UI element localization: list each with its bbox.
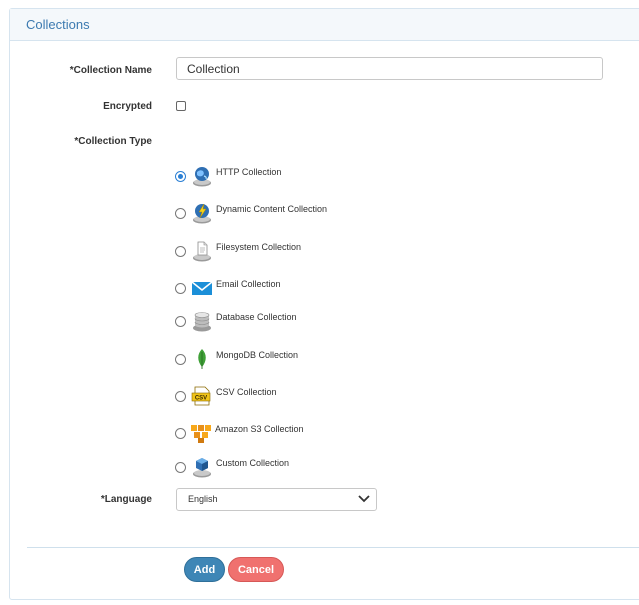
collections-panel: Collections xyxy=(9,8,639,600)
radio-label-http: HTTP Collection xyxy=(216,167,282,177)
database-icon xyxy=(193,312,211,332)
add-button[interactable]: Add xyxy=(184,557,225,582)
radio-dynamic-content[interactable] xyxy=(175,208,186,219)
csv-file-icon: CSV xyxy=(191,386,211,406)
form-divider xyxy=(27,547,639,548)
http-globe-icon xyxy=(193,167,211,187)
radio-option-amazon-s3[interactable]: Amazon S3 Collection xyxy=(175,424,475,444)
collection-name-label: *Collection Name xyxy=(69,65,152,76)
radio-option-mongodb[interactable]: MongoDB Collection xyxy=(175,349,475,370)
language-label: *Language xyxy=(100,494,152,505)
radio-http[interactable] xyxy=(175,171,186,182)
panel-heading: Collections xyxy=(10,9,639,41)
amazon-s3-icon xyxy=(191,425,211,443)
email-envelope-icon xyxy=(191,281,213,295)
svg-text:CSV: CSV xyxy=(195,396,207,402)
radio-label-csv: CSV Collection xyxy=(216,387,277,397)
radio-label-amazon-s3: Amazon S3 Collection xyxy=(215,424,304,434)
collection-name-input[interactable] xyxy=(176,57,603,80)
radio-database[interactable] xyxy=(175,316,186,327)
radio-mongodb[interactable] xyxy=(175,354,186,365)
language-select-value: English xyxy=(188,494,218,504)
filesystem-icon xyxy=(193,241,211,262)
radio-filesystem[interactable] xyxy=(175,246,186,257)
mongodb-leaf-icon xyxy=(198,349,206,369)
radio-label-filesystem: Filesystem Collection xyxy=(216,242,302,252)
collection-type-label: *Collection Type xyxy=(74,136,152,147)
radio-option-http[interactable]: HTTP Collection xyxy=(175,167,475,187)
radio-option-email[interactable]: Email Collection xyxy=(175,279,475,299)
dynamic-content-icon xyxy=(193,203,211,224)
radio-option-custom[interactable]: Custom Collection xyxy=(175,458,475,478)
custom-cube-icon xyxy=(193,458,211,478)
radio-label-custom: Custom Collection xyxy=(216,458,290,468)
panel-title: Collections xyxy=(26,17,90,32)
radio-label-email: Email Collection xyxy=(216,279,281,289)
radio-option-filesystem[interactable]: Filesystem Collection xyxy=(175,241,475,262)
chevron-down-icon xyxy=(358,495,370,503)
radio-label-dynamic-content: Dynamic Content Collection xyxy=(216,204,328,214)
radio-email[interactable] xyxy=(175,283,186,294)
encrypted-checkbox[interactable] xyxy=(176,101,186,111)
radio-custom[interactable] xyxy=(175,462,186,473)
language-select[interactable]: English xyxy=(176,488,377,511)
encrypted-label: Encrypted xyxy=(103,101,152,112)
radio-option-database[interactable]: Database Collection xyxy=(175,312,475,332)
radio-amazon-s3[interactable] xyxy=(175,428,186,439)
radio-option-csv[interactable]: CSV CSV Collection xyxy=(175,386,475,407)
cancel-button[interactable]: Cancel xyxy=(228,557,284,582)
radio-option-dynamic-content[interactable]: Dynamic Content Collection xyxy=(175,203,475,224)
radio-label-mongodb: MongoDB Collection xyxy=(216,350,299,360)
radio-label-database: Database Collection xyxy=(216,312,297,322)
radio-csv[interactable] xyxy=(175,391,186,402)
